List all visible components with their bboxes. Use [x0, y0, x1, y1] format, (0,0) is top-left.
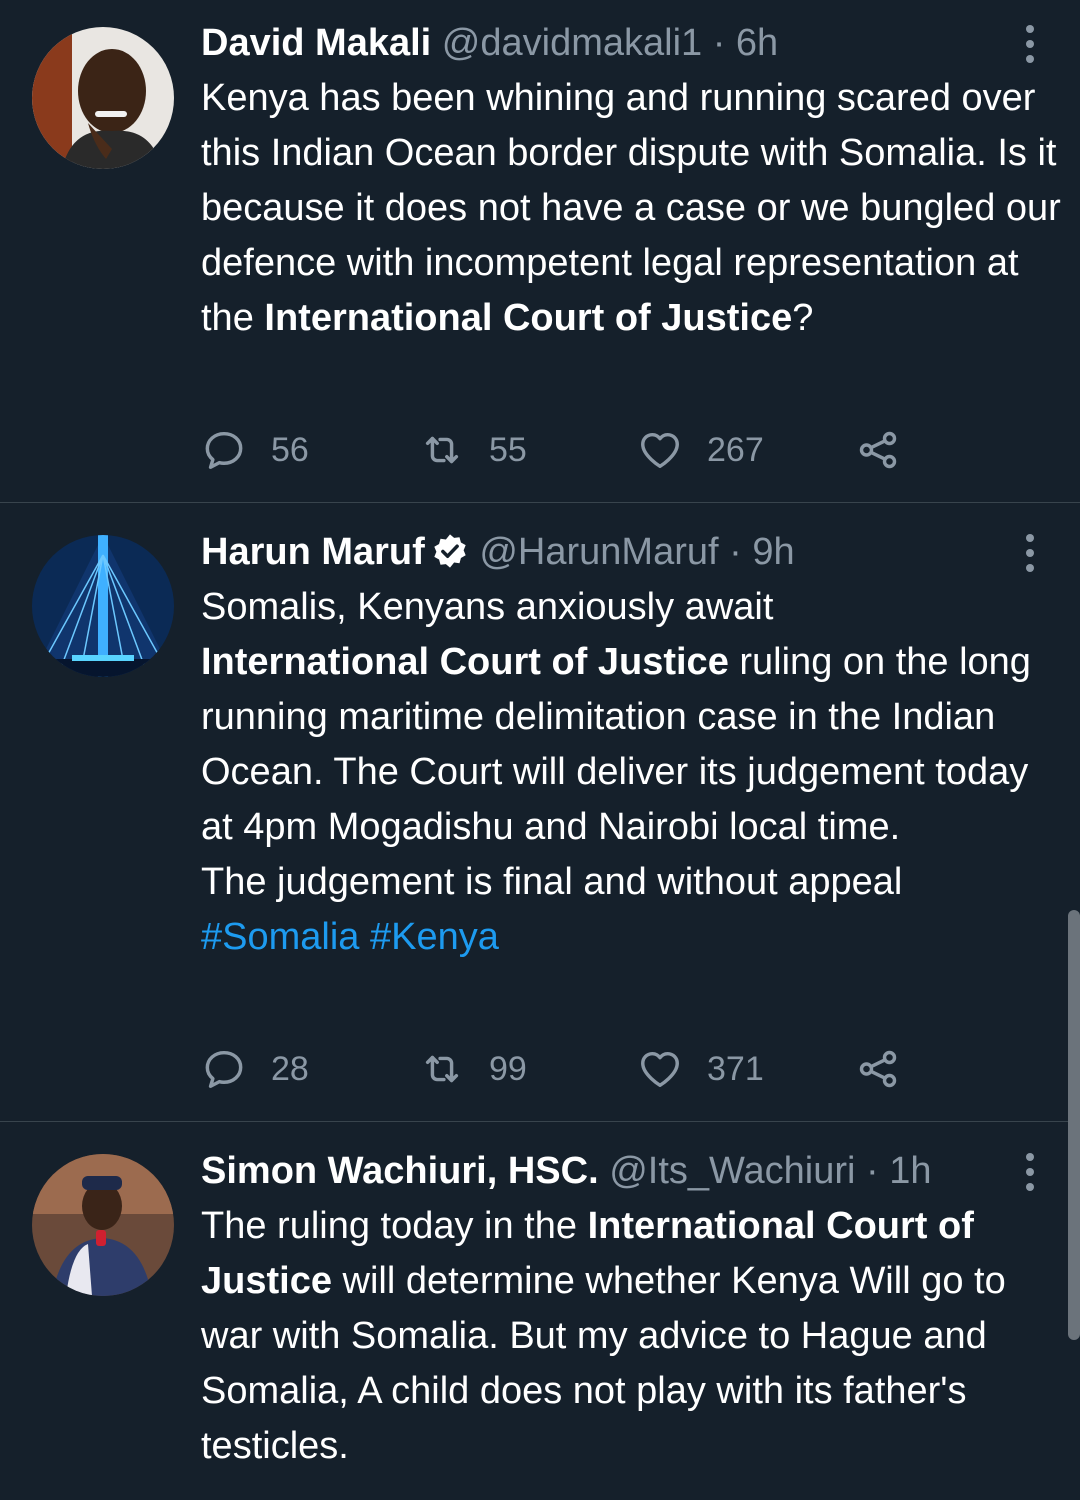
tweet-text: Somalis, Kenyans anxiously await Interna…: [201, 580, 1061, 965]
reply-icon: [205, 431, 243, 469]
tweet-actions: 28 99 371: [201, 1044, 921, 1094]
bold-text: International Court of Justice: [264, 297, 793, 339]
retweet-count: 99: [489, 1049, 527, 1088]
more-vertical-icon[interactable]: [1022, 533, 1038, 573]
avatar[interactable]: [32, 1154, 174, 1296]
timeline-feed: David Makali @davidmakali1 · 6h Kenya ha…: [0, 0, 1080, 1500]
retweet-button[interactable]: 99: [419, 1044, 527, 1094]
author-handle[interactable]: @Its_Wachiuri: [609, 1150, 855, 1192]
reply-button[interactable]: 28: [201, 1044, 309, 1094]
scrollbar[interactable]: [1068, 910, 1080, 1340]
text-segment: ?: [792, 297, 814, 339]
reply-count: 56: [271, 430, 309, 469]
tweet[interactable]: David Makali @davidmakali1 · 6h Kenya ha…: [0, 0, 1080, 503]
retweet-count: 55: [489, 430, 527, 469]
author-handle[interactable]: @davidmakali1: [442, 22, 702, 64]
avatar[interactable]: [32, 535, 174, 677]
more-vertical-icon[interactable]: [1022, 24, 1038, 64]
separator: ·: [702, 22, 736, 64]
like-count: 371: [707, 1049, 764, 1088]
reply-button[interactable]: 56: [201, 425, 309, 475]
text-segment: The ruling today in the: [201, 1205, 588, 1247]
heart-icon: [641, 432, 679, 469]
avatar[interactable]: [32, 27, 174, 169]
text-segment: Somalis, Kenyans anxiously await: [201, 586, 774, 628]
tweet[interactable]: Harun Maruf @HarunMaruf · 9h Somalis, Ke…: [0, 503, 1080, 1122]
hashtag-link[interactable]: #Kenya: [370, 916, 499, 958]
timestamp[interactable]: 6h: [736, 22, 778, 64]
reply-icon: [205, 1050, 243, 1088]
share-button[interactable]: [855, 1044, 925, 1094]
like-button[interactable]: 267: [637, 425, 764, 475]
bold-text: International Court of Justice: [201, 641, 729, 683]
text-segment: [359, 916, 370, 958]
author-handle[interactable]: @HarunMaruf: [479, 531, 718, 573]
reply-count: 28: [271, 1049, 309, 1088]
author-name[interactable]: Harun Maruf: [201, 531, 425, 573]
separator: ·: [718, 531, 753, 573]
share-icon: [859, 431, 897, 469]
tweet-text: Kenya has been whining and running scare…: [201, 71, 1061, 346]
tweet[interactable]: Simon Wachiuri, HSC. @Its_Wachiuri · 1h …: [0, 1122, 1080, 1500]
author-name[interactable]: Simon Wachiuri, HSC.: [201, 1150, 599, 1192]
author-name[interactable]: David Makali: [201, 22, 431, 64]
like-count: 267: [707, 430, 764, 469]
retweet-button[interactable]: 55: [419, 425, 527, 475]
like-button[interactable]: 371: [637, 1044, 764, 1094]
tweet-header: Harun Maruf @HarunMaruf · 9h: [201, 527, 795, 577]
hashtag-link[interactable]: #Somalia: [201, 916, 359, 958]
retweet-icon: [425, 436, 459, 464]
tweet-header: Simon Wachiuri, HSC. @Its_Wachiuri · 1h: [201, 1146, 932, 1196]
separator: ·: [855, 1150, 890, 1192]
tweet-actions: 56 55 267: [201, 425, 921, 475]
more-vertical-icon[interactable]: [1022, 1152, 1038, 1192]
timestamp[interactable]: 9h: [752, 531, 794, 573]
timestamp[interactable]: 1h: [889, 1150, 931, 1192]
share-button[interactable]: [855, 425, 925, 475]
retweet-icon: [425, 1055, 459, 1083]
heart-icon: [641, 1051, 679, 1088]
tweet-header: David Makali @davidmakali1 · 6h: [201, 18, 778, 68]
verified-badge-icon: [434, 534, 466, 568]
tweet-text: The ruling today in the International Co…: [201, 1199, 1061, 1474]
share-icon: [859, 1050, 897, 1088]
